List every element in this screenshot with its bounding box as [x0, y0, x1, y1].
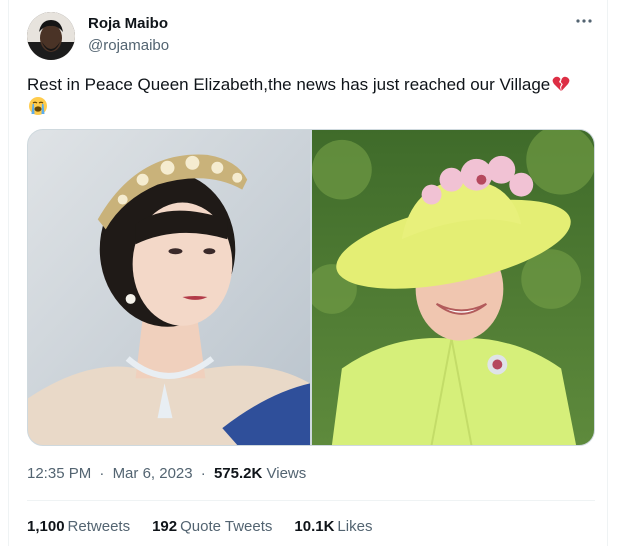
retweets-stat[interactable]: 1,100 Retweets — [27, 518, 130, 535]
tweet-text-block: Rest in Peace Queen Elizabeth,the news h… — [27, 74, 597, 118]
retweets-label: Retweets — [67, 518, 131, 535]
views-label: Views — [266, 465, 307, 482]
likes-stat[interactable]: 10.1K Likes — [294, 518, 372, 535]
loudly-crying-face-emoji — [28, 96, 48, 116]
tweet-card: Roja Maibo @rojamaibo Rest in Peace Quee… — [8, 0, 608, 546]
broken-heart-emoji — [551, 74, 571, 94]
likes-count: 10.1K — [294, 518, 335, 535]
photo-queen-portrait-tiara[interactable] — [28, 130, 310, 445]
quote-tweets-count: 192 — [152, 518, 178, 535]
retweets-count: 1,100 — [27, 518, 65, 535]
author-name[interactable]: Roja Maibo — [88, 15, 168, 32]
tweet-date[interactable]: Mar 6, 2023 — [113, 465, 193, 482]
likes-label: Likes — [337, 518, 373, 535]
tweet-text: Rest in Peace Queen Elizabeth,the news h… — [27, 75, 551, 94]
tweet-meta: 12:35 PM · Mar 6, 2023 · 575.2K Views — [27, 465, 306, 482]
tweet-time[interactable]: 12:35 PM — [27, 465, 91, 482]
photo-queen-yellow-hat[interactable] — [312, 130, 594, 445]
views-count: 575.2K — [213, 465, 263, 482]
quote-tweets-stat[interactable]: 192 Quote Tweets — [152, 518, 272, 535]
media-grid — [27, 129, 595, 446]
quote-tweets-label: Quote Tweets — [180, 518, 273, 535]
author-handle[interactable]: @rojamaibo — [88, 37, 169, 54]
avatar[interactable] — [27, 12, 75, 60]
divider — [27, 500, 595, 501]
meta-separator: · — [99, 465, 105, 482]
engagement-stats: 1,100 Retweets 192 Quote Tweets 10.1K Likes — [27, 518, 372, 535]
meta-separator: · — [200, 465, 206, 482]
more-options-icon[interactable] — [572, 9, 596, 33]
